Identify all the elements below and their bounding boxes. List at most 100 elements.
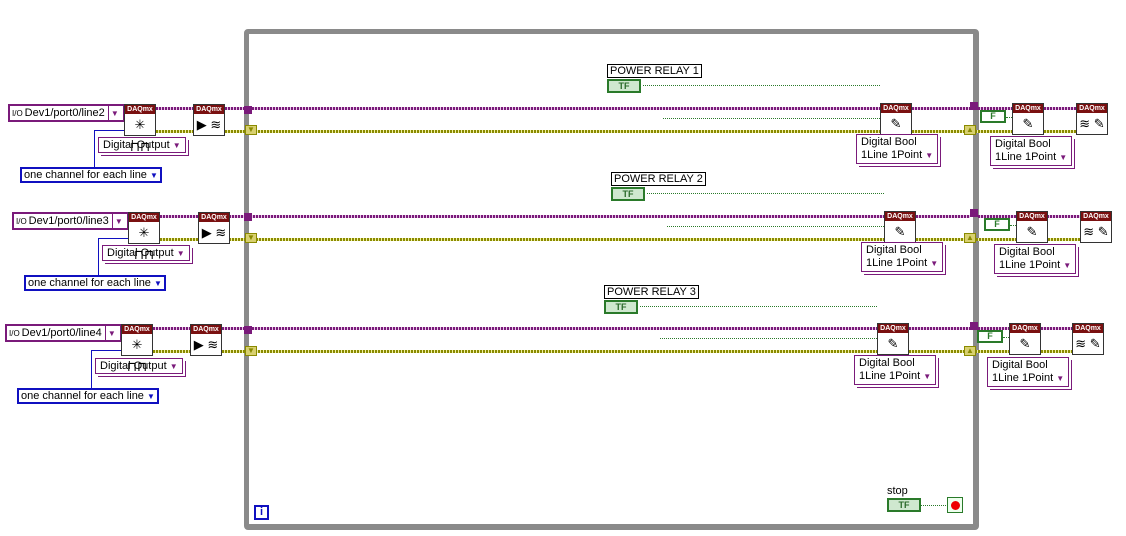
false-constant[interactable]: F (977, 330, 1003, 343)
daqmx-start-task-node[interactable]: DAQmx ▶ ≋ (198, 212, 230, 244)
daqmx-create-channel-node[interactable]: DAQmx ✳ ⊓⊓ (124, 104, 156, 154)
grouping-value: one channel for each line (24, 169, 147, 181)
node-header: DAQmx (125, 105, 155, 114)
node-header: DAQmx (881, 104, 911, 113)
daqmx-create-channel-node[interactable]: DAQmx ✳ ⊓⊓ (128, 212, 160, 262)
write-mode-selector[interactable]: Digital Bool 1Line 1Point ▼ (861, 242, 944, 272)
dropdown-arrow-icon: ▼ (154, 278, 162, 288)
selector-value: Digital Bool 1Line 1Point (861, 136, 923, 161)
daqmx-clear-task-node[interactable]: DAQmx ≋ ✎ (1080, 211, 1112, 243)
node-header: DAQmx (1013, 104, 1043, 113)
node-header: DAQmx (1081, 212, 1111, 221)
shift-register-right: ▲ (964, 346, 976, 356)
false-value: F (987, 331, 993, 341)
start-icon: ▶ ≋ (196, 117, 222, 132)
daqmx-write-node[interactable]: DAQmx✎ ∿∿ (1012, 103, 1044, 153)
error-wire (1048, 238, 1080, 241)
daqmx-write-node[interactable]: DAQmx✎ ∿∿ (1016, 211, 1048, 261)
line-grouping-constant[interactable]: one channel for each line ▼ (24, 275, 166, 291)
channel-value: Dev1/port0/line4 (21, 327, 102, 339)
clear-icon: ≋ ✎ (1083, 224, 1109, 239)
daqmx-write-node[interactable]: DAQmx✎ ∿∿ (877, 323, 909, 373)
daqmx-clear-task-node[interactable]: DAQmx ≋ ✎ (1076, 103, 1108, 135)
node-header: DAQmx (1017, 212, 1047, 221)
stop-label: stop (887, 485, 908, 497)
node-header: DAQmx (129, 213, 159, 222)
false-value: F (994, 219, 1000, 229)
selector-value: Digital Bool 1Line 1Point (992, 359, 1054, 384)
relay-wire (640, 306, 877, 338)
create-icon: ✳ ⊓⊓ (129, 117, 151, 154)
selector-value: Digital Bool 1Line 1Point (999, 246, 1061, 271)
physical-channel-constant[interactable]: I/O Dev1/port0/line2 ▼ (8, 104, 125, 122)
dropdown-arrow-icon[interactable]: ▼ (104, 326, 118, 340)
daqmx-start-task-node[interactable]: DAQmx ▶ ≋ (190, 324, 222, 356)
write-mode-selector[interactable]: Digital Bool 1Line 1Point ▼ (987, 357, 1070, 387)
shift-register-left: ▼ (245, 233, 257, 243)
shift-register-left: ▼ (245, 346, 257, 356)
dropdown-arrow-icon: ▼ (930, 259, 939, 268)
daqmx-start-task-node[interactable]: DAQmx ▶ ≋ (193, 104, 225, 136)
relay-control-label: POWER RELAY 2 (611, 172, 706, 186)
shift-register-right: ▲ (964, 233, 976, 243)
shift-register-right: ▲ (964, 125, 976, 135)
physical-channel-constant[interactable]: I/O Dev1/port0/line4 ▼ (5, 324, 122, 342)
node-header: DAQmx (122, 325, 152, 334)
relay-wire (660, 338, 877, 339)
daqmx-write-node[interactable]: DAQmx✎ ∿∿ (884, 211, 916, 261)
channel-value: Dev1/port0/line2 (24, 107, 105, 119)
dropdown-arrow-icon[interactable]: ▼ (107, 106, 121, 120)
loop-condition-stop-icon (947, 497, 963, 513)
false-constant[interactable]: F (980, 110, 1006, 123)
false-value: F (990, 111, 996, 121)
task-tunnel-right (970, 322, 978, 330)
stop-control[interactable]: TF (887, 498, 921, 512)
dropdown-arrow-icon: ▼ (923, 372, 932, 381)
shift-register-left: ▼ (245, 125, 257, 135)
error-wire (1044, 130, 1076, 133)
dropdown-arrow-icon: ▼ (1063, 261, 1072, 270)
node-header: DAQmx (1077, 104, 1107, 113)
selector-value: Digital Bool 1Line 1Point (995, 138, 1057, 163)
io-icon: I/O (9, 328, 20, 338)
node-header: DAQmx (1073, 324, 1103, 333)
grouping-value: one channel for each line (28, 277, 151, 289)
selector-value: Digital Bool 1Line 1Point (866, 244, 928, 269)
relay-control[interactable]: TF (607, 79, 641, 93)
stop-wire (921, 505, 948, 506)
write-mode-selector[interactable]: Digital Bool 1Line 1Point ▼ (856, 134, 939, 164)
relay-control-label: POWER RELAY 1 (607, 64, 702, 78)
relay-control[interactable]: TF (611, 187, 645, 201)
daqmx-write-node[interactable]: DAQmx✎ ∿∿ (1009, 323, 1041, 373)
physical-channel-constant[interactable]: I/O Dev1/port0/line3 ▼ (12, 212, 129, 230)
line-grouping-constant[interactable]: one channel for each line ▼ (20, 167, 162, 183)
node-header: DAQmx (1010, 324, 1040, 333)
write-mode-selector[interactable]: Digital Bool 1Line 1Point ▼ (990, 136, 1073, 166)
write-mode-selector[interactable]: Digital Bool 1Line 1Point ▼ (994, 244, 1077, 274)
iteration-terminal: i (254, 505, 269, 520)
daqmx-write-node[interactable]: DAQmx✎ ∿∿ (880, 103, 912, 153)
dropdown-arrow-icon: ▼ (172, 141, 181, 150)
create-icon: ✳ ⊓⊓ (133, 225, 155, 262)
daqmx-clear-task-node[interactable]: DAQmx ≋ ✎ (1072, 323, 1104, 355)
dropdown-arrow-icon[interactable]: ▼ (111, 214, 125, 228)
daqmx-create-channel-node[interactable]: DAQmx ✳ ⊓⊓ (121, 324, 153, 374)
selector-value: Digital Bool 1Line 1Point (859, 357, 921, 382)
task-tunnel-left (244, 106, 252, 114)
line-grouping-constant[interactable]: one channel for each line ▼ (17, 388, 159, 404)
dropdown-arrow-icon: ▼ (1059, 153, 1068, 162)
grouping-value: one channel for each line (21, 390, 144, 402)
relay-control[interactable]: TF (604, 300, 638, 314)
relay-wire (667, 226, 884, 227)
start-icon: ▶ ≋ (193, 337, 219, 352)
dropdown-arrow-icon: ▼ (176, 249, 185, 258)
start-icon: ▶ ≋ (201, 225, 227, 240)
relay-control-label: POWER RELAY 3 (604, 285, 699, 299)
dropdown-arrow-icon: ▼ (925, 151, 934, 160)
write-mode-selector[interactable]: Digital Bool 1Line 1Point ▼ (854, 355, 937, 385)
node-header: DAQmx (878, 324, 908, 333)
relay-wire (663, 118, 880, 119)
false-constant[interactable]: F (984, 218, 1010, 231)
dropdown-arrow-icon: ▼ (147, 391, 155, 401)
node-header: DAQmx (199, 213, 229, 222)
